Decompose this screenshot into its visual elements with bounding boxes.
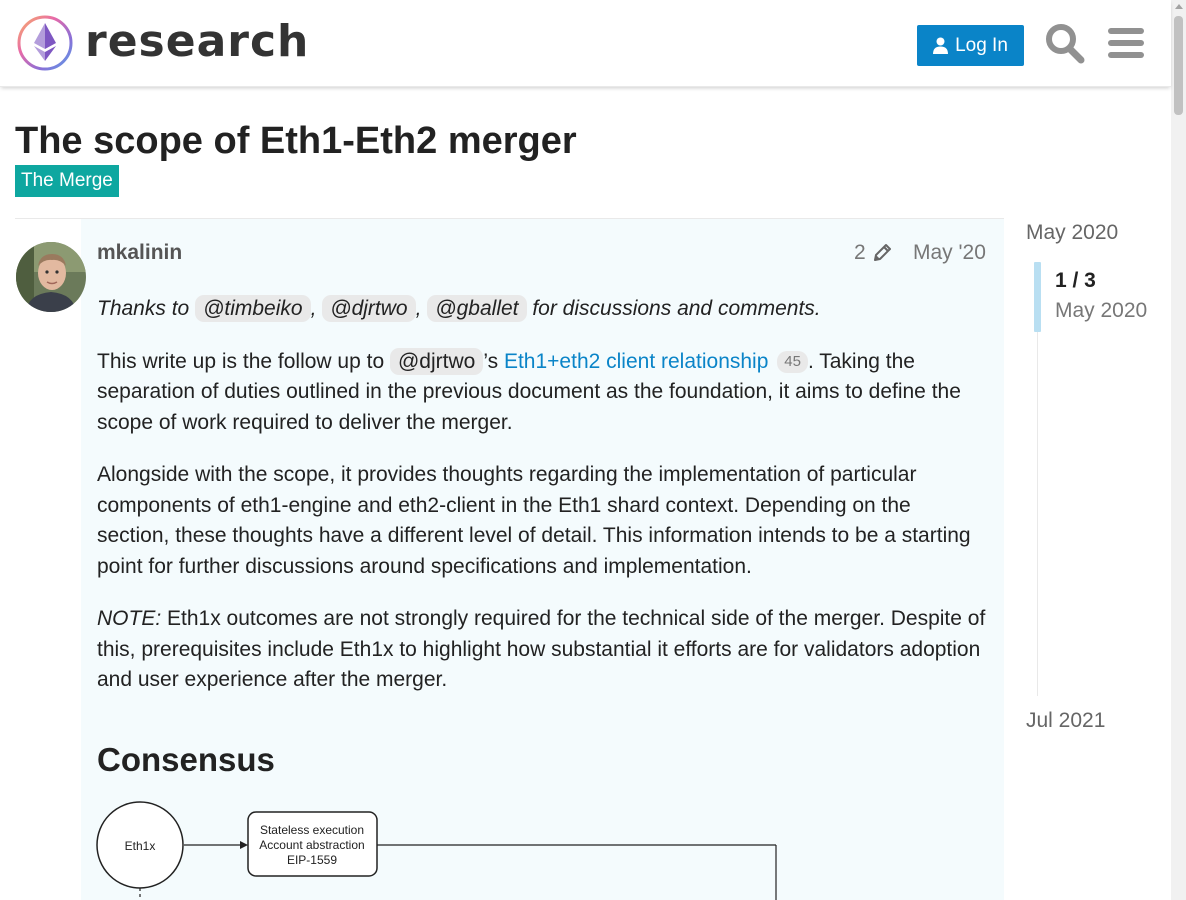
post-date[interactable]: May '20	[913, 240, 986, 266]
topic-title[interactable]: The scope of Eth1-Eth2 merger	[15, 118, 577, 164]
separator: ,	[310, 297, 317, 320]
timeline-start-date[interactable]: May 2020	[1026, 220, 1118, 246]
intro-paragraph: This write up is the follow up to @djrtw…	[97, 347, 987, 439]
timeline-current-date: May 2020	[1055, 299, 1148, 322]
mention-djrtwo-inline[interactable]: @djrtwo	[389, 347, 484, 375]
possessive: ’s	[483, 349, 499, 373]
mention-timbeiko[interactable]: @timbeiko	[195, 295, 311, 322]
note-paragraph: NOTE: Eth1x outcomes are not strongly re…	[97, 604, 987, 696]
page-scrollbar[interactable]	[1171, 0, 1186, 900]
box-line-1: Stateless execution	[260, 823, 364, 837]
consensus-diagram[interactable]: Eth1x Stateless execution Account abstra…	[96, 800, 786, 900]
edit-history-button[interactable]: 2	[854, 240, 892, 266]
client-relationship-link[interactable]: Eth1+eth2 client relationship	[504, 350, 768, 373]
pencil-icon	[873, 244, 891, 261]
separator: ,	[415, 297, 422, 320]
mention-djrtwo[interactable]: @djrtwo	[322, 295, 416, 322]
eth1x-node-label: Eth1x	[125, 839, 156, 853]
post-body: Thanks to @timbeiko, @djrtwo, @gballet f…	[97, 294, 987, 718]
user-icon	[933, 37, 949, 54]
note-label: NOTE:	[97, 607, 162, 630]
site-header: research Log In	[0, 0, 1171, 87]
intro-prefix: This write up is the follow up to	[97, 349, 385, 373]
timeline-position: 1 / 3	[1055, 269, 1096, 292]
login-button[interactable]: Log In	[917, 25, 1024, 66]
avatar[interactable]	[16, 242, 86, 312]
scroll-up-arrow-icon[interactable]	[1175, 4, 1183, 9]
search-icon[interactable]	[1045, 22, 1085, 64]
timeline-end-date[interactable]: Jul 2021	[1026, 708, 1105, 734]
scope-paragraph: Alongside with the scope, it provides th…	[97, 463, 971, 578]
box-line-2: Account abstraction	[259, 838, 364, 852]
box-line-3: EIP-1559	[287, 853, 337, 867]
logo-icon[interactable]	[16, 14, 74, 72]
hamburger-menu-icon[interactable]	[1106, 22, 1146, 64]
post-username[interactable]: mkalinin	[97, 240, 182, 266]
thanks-suffix: for discussions and comments.	[532, 297, 821, 320]
note-text: Eth1x outcomes are not strongly required…	[97, 607, 986, 691]
edit-count: 2	[854, 241, 866, 264]
consensus-heading: Consensus	[97, 741, 275, 778]
login-button-label: Log In	[955, 34, 1008, 56]
mention-gballet[interactable]: @gballet	[427, 295, 527, 322]
scrollbar-thumb[interactable]	[1174, 16, 1183, 115]
timeline-scroll-handle[interactable]	[1034, 262, 1041, 332]
site-name[interactable]: research	[85, 14, 309, 70]
category-badge[interactable]: The Merge	[15, 165, 119, 197]
thanks-paragraph: Thanks to @timbeiko, @djrtwo, @gballet f…	[97, 294, 987, 325]
link-click-count-badge: 45	[777, 350, 808, 373]
thanks-prefix: Thanks to	[97, 297, 190, 320]
